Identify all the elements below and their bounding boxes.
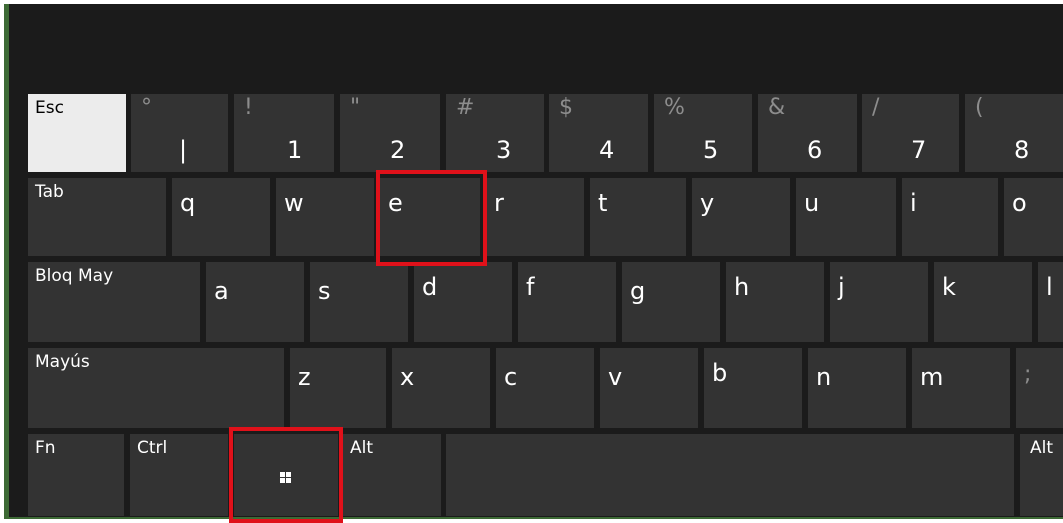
key-esc[interactable]: Esc xyxy=(28,94,126,172)
key-main-label: v xyxy=(608,363,623,391)
key-shift-label: ° xyxy=(141,95,152,120)
key-windows[interactable] xyxy=(234,434,338,516)
key-ctrl-label: Ctrl xyxy=(137,438,168,458)
key-main-label: x xyxy=(400,363,415,391)
key-alt-gr-label: Alt xyxy=(1030,438,1054,458)
key-main-label: a xyxy=(214,277,229,305)
key-main-label: k xyxy=(942,273,956,301)
key-alt[interactable]: Alt xyxy=(343,434,441,516)
key-esc-label: Esc xyxy=(35,98,64,118)
key-main-label: 7 xyxy=(911,136,927,164)
key-7[interactable]: / 7 xyxy=(862,94,959,172)
key-main-label: o xyxy=(1012,189,1027,217)
key-n[interactable]: n xyxy=(808,348,906,428)
key-main-label: b xyxy=(712,359,728,387)
key-e[interactable]: e xyxy=(380,178,480,256)
key-q[interactable]: q xyxy=(172,178,270,256)
key-d[interactable]: d xyxy=(414,262,512,342)
key-main-label: 4 xyxy=(599,136,615,164)
key-4[interactable]: $ 4 xyxy=(549,94,648,172)
key-main-label: i xyxy=(910,189,917,217)
key-c[interactable]: c xyxy=(496,348,594,428)
key-shift-label: " xyxy=(350,95,361,120)
key-main-label: y xyxy=(700,189,715,217)
key-main-label: 1 xyxy=(287,136,303,164)
key-y[interactable]: y xyxy=(692,178,790,256)
key-main-label: h xyxy=(734,273,750,301)
key-shift-label-text: Mayús xyxy=(35,352,90,372)
key-r[interactable]: r xyxy=(486,178,584,256)
key-shift-label: $ xyxy=(559,95,573,120)
key-x[interactable]: x xyxy=(392,348,490,428)
key-3[interactable]: # 3 xyxy=(446,94,544,172)
windows-icon xyxy=(280,472,292,484)
key-semicolon[interactable]: ; xyxy=(1016,348,1063,428)
key-space[interactable] xyxy=(446,434,1014,516)
key-main-label: 2 xyxy=(390,136,406,164)
key-shift-label: % xyxy=(664,95,685,120)
key-s[interactable]: s xyxy=(310,262,408,342)
key-fn[interactable]: Fn xyxy=(28,434,124,516)
key-5[interactable]: % 5 xyxy=(654,94,752,172)
key-h[interactable]: h xyxy=(726,262,824,342)
key-t[interactable]: t xyxy=(590,178,686,256)
key-main-label: l xyxy=(1046,273,1053,301)
key-main-label: r xyxy=(494,189,504,217)
key-shift-label: ; xyxy=(1024,362,1032,387)
key-main-label: g xyxy=(630,277,646,305)
key-tab-label: Tab xyxy=(35,182,64,202)
frame-bottom-border xyxy=(4,517,1063,519)
key-main-label: j xyxy=(838,273,845,301)
key-main-label: 5 xyxy=(703,136,719,164)
key-main-label: f xyxy=(526,273,535,301)
key-main-label: t xyxy=(598,189,608,217)
key-shift[interactable]: Mayús xyxy=(28,348,284,428)
key-main-label: 3 xyxy=(496,136,512,164)
key-i[interactable]: i xyxy=(902,178,998,256)
key-w[interactable]: w xyxy=(276,178,374,256)
key-l[interactable]: l xyxy=(1038,262,1063,342)
key-main-label: q xyxy=(180,189,196,217)
key-main-label: e xyxy=(388,189,403,217)
key-caps-lock-label: Bloq May xyxy=(35,266,114,286)
key-fn-label: Fn xyxy=(35,438,56,458)
key-8[interactable]: ( 8 xyxy=(965,94,1063,172)
key-main-label: m xyxy=(920,363,944,391)
key-main-label: w xyxy=(284,189,304,217)
key-shift-label: ! xyxy=(244,95,253,120)
key-shift-label: ( xyxy=(975,95,984,120)
key-tab[interactable]: Tab xyxy=(28,178,166,256)
key-caps-lock[interactable]: Bloq May xyxy=(28,262,200,342)
key-6[interactable]: & 6 xyxy=(758,94,857,172)
key-f[interactable]: f xyxy=(518,262,616,342)
key-shift-label: / xyxy=(872,95,880,120)
key-main-label: n xyxy=(816,363,832,391)
key-j[interactable]: j xyxy=(830,262,928,342)
key-alt-label: Alt xyxy=(350,438,374,458)
key-pipe[interactable]: ° | xyxy=(131,94,228,172)
key-main-label: d xyxy=(422,273,438,301)
key-m[interactable]: m xyxy=(912,348,1010,428)
key-ctrl[interactable]: Ctrl xyxy=(130,434,228,516)
key-k[interactable]: k xyxy=(934,262,1032,342)
key-main-label: z xyxy=(298,363,311,391)
key-1[interactable]: ! 1 xyxy=(234,94,334,172)
key-a[interactable]: a xyxy=(206,262,304,342)
key-z[interactable]: z xyxy=(290,348,386,428)
key-main-label: c xyxy=(504,363,518,391)
key-main-label: 8 xyxy=(1014,136,1030,164)
key-u[interactable]: u xyxy=(796,178,896,256)
key-v[interactable]: v xyxy=(600,348,698,428)
key-b[interactable]: b xyxy=(704,348,802,428)
key-g[interactable]: g xyxy=(622,262,720,342)
key-main-label: | xyxy=(179,136,188,164)
key-o[interactable]: o xyxy=(1004,178,1063,256)
key-main-label: 6 xyxy=(807,136,823,164)
key-2[interactable]: " 2 xyxy=(340,94,440,172)
key-shift-label: # xyxy=(456,95,475,120)
key-shift-label: & xyxy=(768,95,786,120)
key-alt-gr[interactable]: Alt xyxy=(1020,434,1063,516)
key-main-label: s xyxy=(318,277,331,305)
key-main-label: u xyxy=(804,189,820,217)
